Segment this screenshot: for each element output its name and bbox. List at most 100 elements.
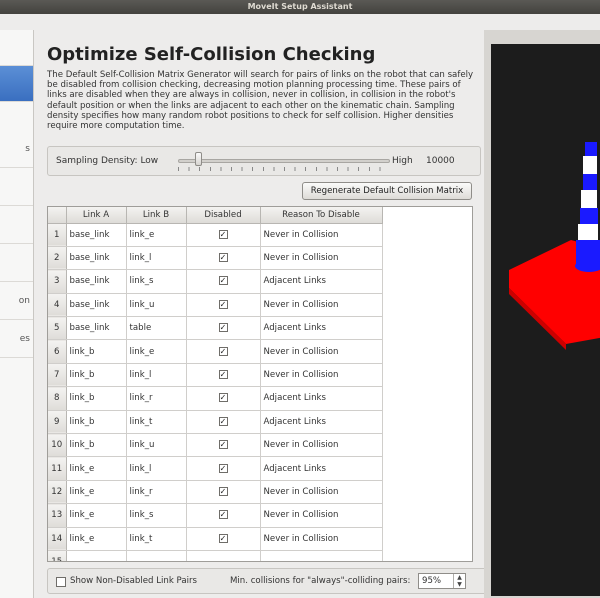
column-header-link-b[interactable]: Link B <box>126 207 187 224</box>
disabled-checkbox[interactable]: ✓ <box>218 323 228 333</box>
row-number: 12 <box>48 480 67 505</box>
robot-link-t <box>585 142 597 156</box>
row-number: 13 <box>48 503 67 528</box>
disabled-checkbox[interactable]: ✓ <box>218 416 228 426</box>
sidebar-item-1[interactable] <box>0 30 33 66</box>
sidebar-item-5[interactable] <box>0 208 33 244</box>
cell-link-a: link_e <box>66 527 127 551</box>
disabled-checkbox[interactable]: ✓ <box>218 253 228 263</box>
cell-disabled: ✓ <box>186 386 261 411</box>
table-row[interactable]: 6 link_b link_e ✓ Never in Collision <box>48 339 383 364</box>
cell-disabled <box>186 550 261 561</box>
min-collisions-label: Min. collisions for "always"-colliding p… <box>230 576 411 586</box>
cell-link-a: base_link <box>66 246 127 271</box>
table-row[interactable]: 3 base_link link_s ✓ Adjacent Links <box>48 269 383 294</box>
table-row[interactable]: 5 base_link table ✓ Adjacent Links <box>48 316 383 341</box>
table-row[interactable]: 12 link_e link_r ✓ Never in Collision <box>48 480 383 505</box>
disabled-checkbox[interactable]: ✓ <box>218 229 228 239</box>
sidebar-item-7[interactable]: on <box>0 284 33 320</box>
cell-link-a <box>66 550 127 561</box>
cell-reason: Never in Collision <box>260 293 383 318</box>
cell-link-b: link_s <box>126 269 187 294</box>
disabled-checkbox[interactable]: ✓ <box>218 486 228 496</box>
spinbox-arrows-icon[interactable]: ▲ ▼ <box>453 574 465 588</box>
column-header-reason[interactable]: Reason To Disable <box>260 207 383 224</box>
cell-link-a: base_link <box>66 223 127 247</box>
sidebar-item-8[interactable]: es <box>0 322 33 358</box>
show-non-disabled-label[interactable]: Show Non-Disabled Link Pairs <box>70 576 197 586</box>
cell-link-a: base_link <box>66 269 127 294</box>
disabled-checkbox[interactable]: ✓ <box>218 299 228 309</box>
table-row[interactable]: 14 link_e link_t ✓ Never in Collision <box>48 527 383 551</box>
disabled-checkbox[interactable]: ✓ <box>218 393 228 403</box>
table-row[interactable]: 8 link_b link_r ✓ Adjacent Links <box>48 386 383 411</box>
sidebar-item-4[interactable] <box>0 170 33 206</box>
robot-scene-icon <box>509 142 600 350</box>
cell-disabled: ✓ <box>186 293 261 318</box>
row-number: 5 <box>48 316 67 341</box>
cell-link-a: link_b <box>66 363 127 388</box>
row-number: 10 <box>48 433 67 458</box>
column-header-disabled[interactable]: Disabled <box>186 207 261 224</box>
disabled-checkbox[interactable]: ✓ <box>218 510 228 520</box>
density-slider-handle[interactable] <box>195 152 203 166</box>
cell-reason <box>260 550 383 561</box>
cell-link-a: base_link <box>66 293 127 318</box>
robot-link-s <box>576 240 600 266</box>
cell-disabled: ✓ <box>186 223 261 247</box>
window-titlebar: MoveIt Setup Assistant <box>0 0 600 14</box>
disabled-checkbox[interactable]: ✓ <box>218 440 228 450</box>
disabled-checkbox[interactable]: ✓ <box>218 346 228 356</box>
robot-3d-view[interactable] <box>491 44 600 596</box>
disabled-checkbox[interactable]: ✓ <box>218 463 228 473</box>
main-panel: Optimize Self-Collision Checking The Def… <box>38 28 509 598</box>
cell-link-a: link_b <box>66 410 127 435</box>
cell-reason: Adjacent Links <box>260 386 383 411</box>
show-non-disabled-checkbox[interactable] <box>56 577 66 587</box>
cell-reason: Never in Collision <box>260 223 383 247</box>
table-row[interactable]: 4 base_link link_u ✓ Never in Collision <box>48 293 383 318</box>
disabled-checkbox[interactable]: ✓ <box>218 533 228 543</box>
cell-reason: Never in Collision <box>260 433 383 458</box>
cell-reason: Never in Collision <box>260 503 383 528</box>
cell-reason: Adjacent Links <box>260 269 383 294</box>
table-row[interactable]: 1 base_link link_e ✓ Never in Collision <box>48 223 383 247</box>
cell-reason: Adjacent Links <box>260 410 383 435</box>
robot-link-e <box>583 156 597 174</box>
table-row[interactable]: 10 link_b link_u ✓ Never in Collision <box>48 433 383 458</box>
table-row[interactable]: 13 link_e link_s ✓ Never in Collision <box>48 503 383 528</box>
cell-link-a: link_e <box>66 480 127 505</box>
min-collisions-spinbox[interactable]: 95% ▲ ▼ <box>418 573 466 589</box>
disabled-checkbox[interactable]: ✓ <box>218 370 228 380</box>
cell-disabled: ✓ <box>186 269 261 294</box>
cell-link-b: link_u <box>126 433 187 458</box>
page-description: The Default Self-Collision Matrix Genera… <box>47 70 474 132</box>
cell-link-b: link_e <box>126 223 187 247</box>
cell-reason: Never in Collision <box>260 339 383 364</box>
table-row[interactable]: 7 link_b link_l ✓ Never in Collision <box>48 363 383 388</box>
table-row[interactable]: 15 <box>48 550 383 561</box>
row-number: 3 <box>48 269 67 294</box>
sidebar-item-3[interactable]: s <box>0 132 33 168</box>
sidebar-item-label: s <box>25 144 30 154</box>
sidebar-item-label: on <box>18 296 30 306</box>
table-row[interactable]: 11 link_e link_l ✓ Adjacent Links <box>48 456 383 481</box>
cell-reason: Never in Collision <box>260 527 383 551</box>
cell-disabled: ✓ <box>186 246 261 271</box>
column-header-link-a[interactable]: Link A <box>66 207 127 224</box>
collision-matrix-table: Link A Link B Disabled Reason To Disable… <box>47 206 473 562</box>
disabled-checkbox[interactable]: ✓ <box>218 276 228 286</box>
table-row[interactable]: 9 link_b link_t ✓ Adjacent Links <box>48 410 383 435</box>
table-row[interactable]: 2 base_link link_l ✓ Never in Collision <box>48 246 383 271</box>
cell-link-b <box>126 550 187 561</box>
sidebar-item-6[interactable] <box>0 246 33 282</box>
sidebar-nav: s on es <box>0 30 34 598</box>
sidebar-item-label: es <box>19 334 30 344</box>
cell-link-a: link_e <box>66 456 127 481</box>
row-number: 4 <box>48 293 67 318</box>
sidebar-item-self-collisions[interactable] <box>0 66 33 102</box>
regenerate-collision-matrix-button[interactable]: Regenerate Default Collision Matrix <box>302 182 472 200</box>
row-number: 6 <box>48 339 67 364</box>
window-title: MoveIt Setup Assistant <box>247 2 353 11</box>
density-slider-track[interactable] <box>178 159 390 163</box>
